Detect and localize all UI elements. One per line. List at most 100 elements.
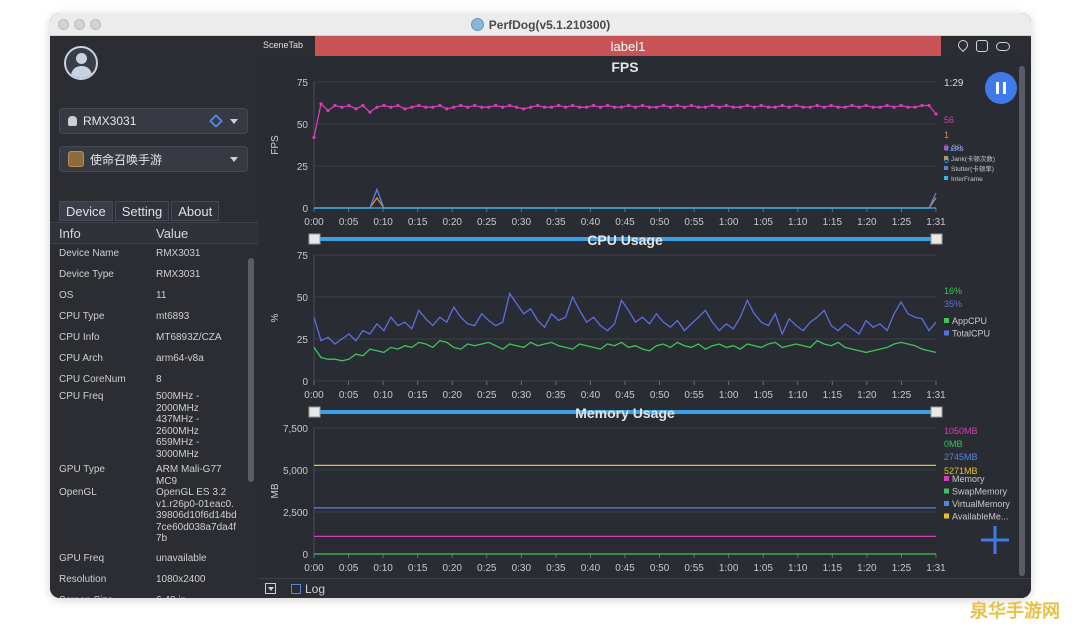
scene-tab-active[interactable]: label1: [315, 36, 941, 56]
current-value: 35%: [944, 299, 962, 309]
fps-point: [843, 105, 847, 109]
fps-point: [703, 105, 707, 109]
fps-point: [536, 103, 540, 108]
folder-icon[interactable]: [976, 40, 988, 52]
x-tick-label: 0:30: [512, 563, 532, 574]
x-tick-label: 0:55: [684, 390, 704, 401]
current-value: 56: [944, 115, 954, 125]
slider-handle-end: [930, 406, 943, 418]
pause-button[interactable]: [985, 72, 1017, 104]
legend-entry: SwapMemory: [952, 487, 1008, 497]
fps-point: [417, 103, 421, 108]
tab-about[interactable]: About: [171, 201, 220, 221]
fps-point: [319, 102, 323, 106]
fps-point: [927, 103, 931, 108]
collapse-button[interactable]: [265, 583, 276, 594]
log-checkbox[interactable]: [291, 584, 301, 594]
watermark: 泉华手游网: [970, 601, 1060, 621]
x-tick-label: 1:10: [788, 563, 808, 574]
fps-point: [522, 107, 526, 111]
x-tick-label: 0:15: [408, 390, 428, 401]
fps-point: [459, 103, 463, 108]
location-pin-icon[interactable]: [955, 37, 971, 53]
fps-point: [661, 103, 666, 108]
x-tick-label: 0:00: [304, 217, 324, 228]
fps-point: [591, 103, 596, 108]
fps-point: [857, 105, 861, 109]
legend-swatch: [944, 330, 949, 336]
slider-handle-start: [308, 406, 321, 418]
time-readout: 1:29: [944, 78, 964, 89]
fps-point: [829, 103, 833, 108]
fps-point: [347, 103, 351, 108]
y-tick-label: 25: [297, 335, 309, 346]
x-tick-label: 0:40: [581, 563, 601, 574]
series-line-jank-: [314, 196, 937, 209]
chart-title: Memory Usage: [575, 405, 675, 421]
x-tick-label: 0:50: [650, 563, 670, 574]
fps-point: [326, 108, 330, 113]
charts-scroll-thumb[interactable]: [1019, 66, 1025, 576]
cloud-icon[interactable]: [996, 42, 1010, 51]
tab-setting[interactable]: Setting: [114, 201, 170, 221]
info-value: OpenGL ES 3.2 v1.r26p0-01eac0. 39806d10f…: [156, 487, 237, 544]
series-line-appcpu: [313, 339, 937, 362]
x-tick-label: 1:05: [753, 217, 773, 228]
fps-point: [508, 103, 512, 108]
user-avatar[interactable]: [64, 46, 98, 80]
fps-point: [899, 103, 903, 108]
fps-point: [438, 103, 442, 108]
info-value: MT6893Z/CZA: [156, 332, 222, 343]
info-value: unavailable: [156, 553, 207, 564]
y-tick-label: 0: [302, 550, 308, 561]
charts-scrollbar[interactable]: [1017, 66, 1027, 576]
tab-device[interactable]: Device: [59, 201, 113, 221]
legend-swatch: [944, 513, 949, 519]
fps-point: [368, 110, 372, 114]
fps-point: [724, 103, 728, 108]
info-key: GPU Type: [59, 464, 105, 475]
info-value: 11: [156, 290, 167, 301]
game-app-icon: [68, 151, 84, 167]
fps-point: [773, 105, 777, 109]
x-tick-label: 0:35: [546, 217, 566, 228]
fps-point: [389, 105, 393, 109]
sidebar-scroll-thumb[interactable]: [248, 258, 254, 482]
fps-point: [354, 107, 358, 111]
x-tick-label: 0:10: [373, 563, 393, 574]
fps-point: [375, 105, 379, 109]
x-tick-label: 1:25: [892, 563, 912, 574]
fps-point: [682, 105, 687, 109]
x-tick-label: 1:31: [926, 563, 946, 574]
scene-tab-label[interactable]: SceneTab: [263, 40, 303, 50]
fps-point: [906, 105, 910, 109]
fps-point: [466, 105, 470, 109]
sidebar-scrollbar[interactable]: [246, 244, 256, 598]
x-tick-label: 0:50: [650, 217, 670, 228]
current-value: 9.20: [944, 143, 962, 153]
main-panel: SceneTab label1 1:29 FPS FPS 75 50 25 0 0:00 0:0…: [258, 36, 1031, 598]
fps-point: [605, 103, 610, 108]
fps-point: [766, 105, 770, 109]
fps-point: [745, 103, 749, 108]
fps-point: [920, 103, 924, 108]
y-tick-label: 5,000: [283, 466, 308, 477]
info-table: Device Name RMX3031 Device Type RMX3031 OS 11…: [50, 244, 246, 598]
fps-point: [557, 103, 561, 108]
app-select[interactable]: 使命召唤手游: [59, 146, 248, 172]
slider-handle-end: [930, 233, 943, 245]
info-key: CPU CoreNum: [59, 374, 126, 385]
info-key: Screen Size: [59, 595, 151, 598]
y-tick-label: 75: [297, 251, 309, 262]
scene-bar: SceneTab label1: [258, 36, 1031, 56]
fps-point: [871, 105, 875, 109]
x-tick-label: 0:25: [477, 390, 497, 401]
x-tick-label: 0:20: [442, 217, 462, 228]
y-axis-label: FPS: [270, 135, 281, 155]
x-tick-label: 1:20: [857, 217, 877, 228]
x-tick-label: 0:35: [546, 563, 566, 574]
fps-point: [752, 105, 756, 109]
x-tick-label: 0:40: [581, 217, 601, 228]
device-select[interactable]: RMX3031: [59, 108, 248, 134]
chart-title: FPS: [611, 59, 638, 75]
